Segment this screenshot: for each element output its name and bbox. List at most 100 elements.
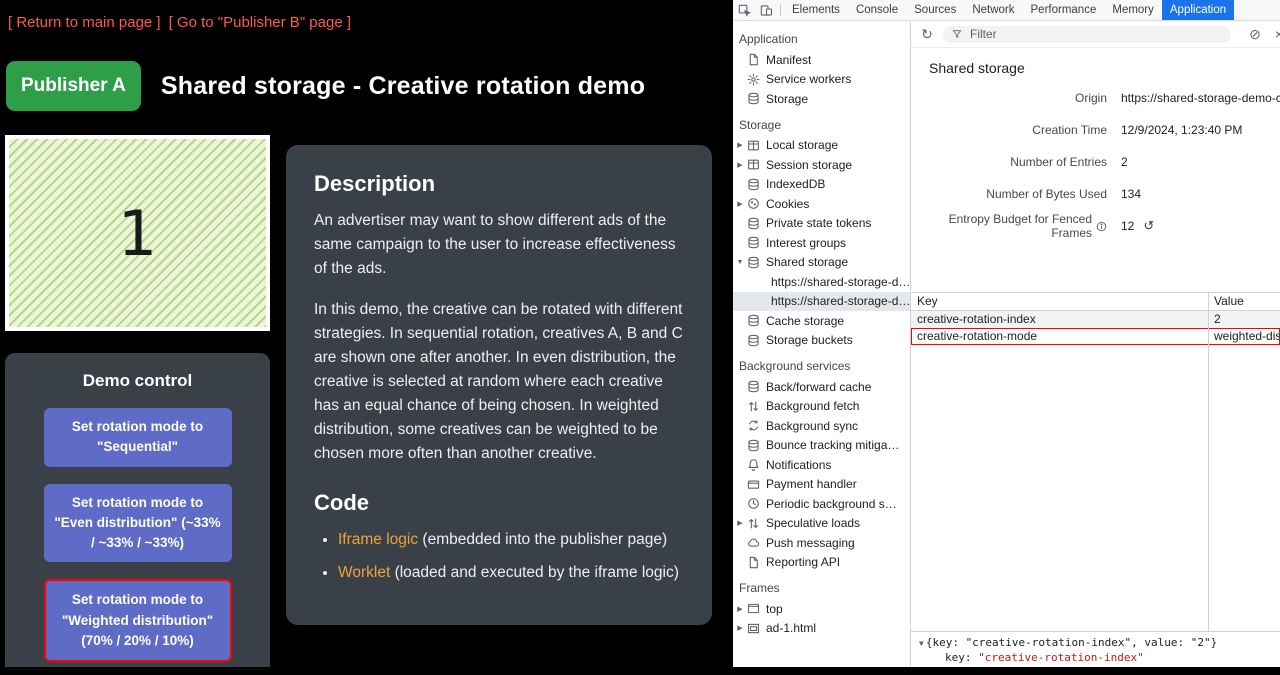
tree-item-back-forward-cache[interactable]: Back/forward cache [733,377,910,397]
block-icon[interactable]: ⊘ [1247,26,1263,43]
metadata-fields: Originhttps://shared-storage-demo-co Crea… [911,82,1280,242]
tab-performance[interactable]: Performance [1023,0,1105,20]
tabbar-divider [780,4,781,16]
device-toolbar-icon[interactable] [755,4,777,17]
table-rows: creative-rotation-index2creative-rotatio… [911,311,1280,345]
tree-item-interest-groups[interactable]: Interest groups [733,233,910,253]
chevron-right-icon[interactable]: ▶ [733,200,747,208]
storage-toolbar: ↻ ⊘ × [911,21,1280,48]
tree-item-label: Shared storage [766,255,848,269]
chevron-right-icon[interactable]: ▶ [733,519,747,527]
code-item-rest: (loaded and executed by the iframe logic… [390,564,679,581]
refresh-icon[interactable]: ↻ [919,26,935,43]
section-title-application: Application [733,23,910,50]
chevron-right-icon[interactable]: ▶ [733,605,747,613]
tab-memory[interactable]: Memory [1104,0,1162,20]
tree-item-background-sync[interactable]: Background sync [733,416,910,436]
field-value: 12↺ [1121,218,1154,234]
field-number-of-entries: Number of Entries2 [911,146,1280,178]
tree-item-manifest[interactable]: Manifest [733,50,910,70]
tree-item-local-storage[interactable]: ▶ Local storage [733,136,910,156]
iframe-logic-link[interactable]: Iframe logic [338,531,418,548]
column-divider[interactable] [1208,293,1209,631]
table-row-creative-rotation-mode[interactable]: creative-rotation-modeweighted-distribut… [911,328,1280,345]
ad-creative-frame[interactable]: 1 [5,135,270,331]
tree-item-background-fetch[interactable]: Background fetch [733,397,910,417]
creative-number: 1 [118,197,157,270]
field-origin: Originhttps://shared-storage-demo-co [911,82,1280,114]
set-even-distribution-button[interactable]: Set rotation mode to "Even distribution"… [44,484,232,563]
chevron-right-icon[interactable]: ▶ [733,624,747,632]
tree-item-reporting-api[interactable]: Reporting API [733,553,910,573]
field-label-text: Number of Bytes Used [986,187,1107,201]
tree-item-private-state-tokens[interactable]: Private state tokens [733,214,910,234]
filter-input[interactable] [968,26,1222,42]
tab-application[interactable]: Application [1162,0,1234,20]
set-sequential-button[interactable]: Set rotation mode to "Sequential" [44,408,232,467]
close-icon[interactable]: × [1271,26,1280,42]
tree-item-cache-storage[interactable]: Cache storage [733,311,910,331]
devtools-sidebar: ApplicationManifestService workers Storag… [733,21,911,675]
tree-item-ad-1-html[interactable]: ▶ad-1.html [733,619,910,639]
tree-item-label: Storage [766,92,808,106]
chevron-right-icon[interactable]: ▶ [733,141,747,149]
page-header: Publisher A Shared storage - Creative ro… [6,61,733,111]
row-key: creative-rotation-index [911,311,1208,328]
column-header-key[interactable]: Key [911,293,1208,310]
preview-entry: key: "creative-rotation-index" [919,651,1272,665]
tree-item-periodic-background-s[interactable]: Periodic background s… [733,494,910,514]
tree-item-label: Periodic background s… [766,497,897,511]
field-value: 2 [1121,155,1128,169]
tree-item-storage[interactable]: Storage [733,89,910,109]
gear-icon [747,73,760,86]
tab-network[interactable]: Network [964,0,1022,20]
tree-item-indexeddb[interactable]: IndexedDB [733,175,910,195]
field-label-text: Creation Time [1032,123,1107,137]
left-column: 1 Demo control Set rotation mode to "Seq… [5,135,270,675]
field-label: Creation Time [911,123,1107,137]
table-icon [747,158,760,171]
tree-item-cookies[interactable]: ▶ Cookies [733,194,910,214]
tab-console[interactable]: Console [848,0,906,20]
worklet-link[interactable]: Worklet [338,564,390,581]
tree-item-https-shared-storage-d[interactable]: https://shared-storage-d… [733,292,910,312]
database-icon [747,178,760,191]
filter-box[interactable] [943,26,1231,43]
tree-item-push-messaging[interactable]: Push messaging [733,533,910,553]
tree-item-label: top [766,602,783,616]
inspect-icon[interactable] [733,4,755,17]
tab-elements[interactable]: Elements [784,0,848,20]
publisher-b-link[interactable]: [ Go to "Publisher B" page ] [169,14,351,31]
tree-item-session-storage[interactable]: ▶Session storage [733,155,910,175]
shared-storage-heading: Shared storage [911,48,1280,82]
table-row-creative-rotation-index[interactable]: creative-rotation-index2 [911,311,1280,328]
tree-item-top[interactable]: ▶ top [733,599,910,619]
database-icon [747,314,760,327]
tree-item-speculative-loads[interactable]: ▶Speculative loads [733,514,910,534]
tree-item-payment-handler[interactable]: Payment handler [733,475,910,495]
tree-item-service-workers[interactable]: Service workers [733,70,910,90]
tree-item-bounce-tracking-mitiga[interactable]: Bounce tracking mitiga… [733,436,910,456]
set-weighted-distribution-button[interactable]: Set rotation mode to "Weighted distribut… [44,579,232,662]
field-value-text: 134 [1121,187,1141,201]
field-label-text: Entropy Budget for Fenced Frames [911,212,1092,240]
tab-sources[interactable]: Sources [906,0,964,20]
chevron-down-icon[interactable]: ▼ [733,259,747,266]
tree-item-https-shared-storage-d[interactable]: https://shared-storage-d… [733,272,910,292]
page-title: Shared storage - Creative rotation demo [161,72,645,101]
tree-item-label: Local storage [766,138,838,152]
reset-budget-icon[interactable]: ↺ [1143,218,1154,234]
caret-down-icon[interactable]: ▼ [919,639,924,648]
chevron-right-icon[interactable]: ▶ [733,161,747,169]
screenshot-root: [ Return to main page ] [ Go to "Publishe… [0,0,1280,675]
return-main-link[interactable]: [ Return to main page ] [8,14,161,31]
tree-item-storage-buckets[interactable]: Storage buckets [733,331,910,351]
section-title-background-services: Background services [733,350,910,377]
tree-item-notifications[interactable]: Notifications [733,455,910,475]
tree-item-label: Notifications [766,458,831,472]
field-entropy-budget-for-fenced-frames: Entropy Budget for Fenced Frames 12↺ [911,210,1280,242]
tree-item-label: Cookies [766,197,809,211]
column-header-value[interactable]: Value [1208,293,1280,310]
field-value-text: 2 [1121,155,1128,169]
tree-item-shared-storage[interactable]: ▼ Shared storage [733,253,910,273]
